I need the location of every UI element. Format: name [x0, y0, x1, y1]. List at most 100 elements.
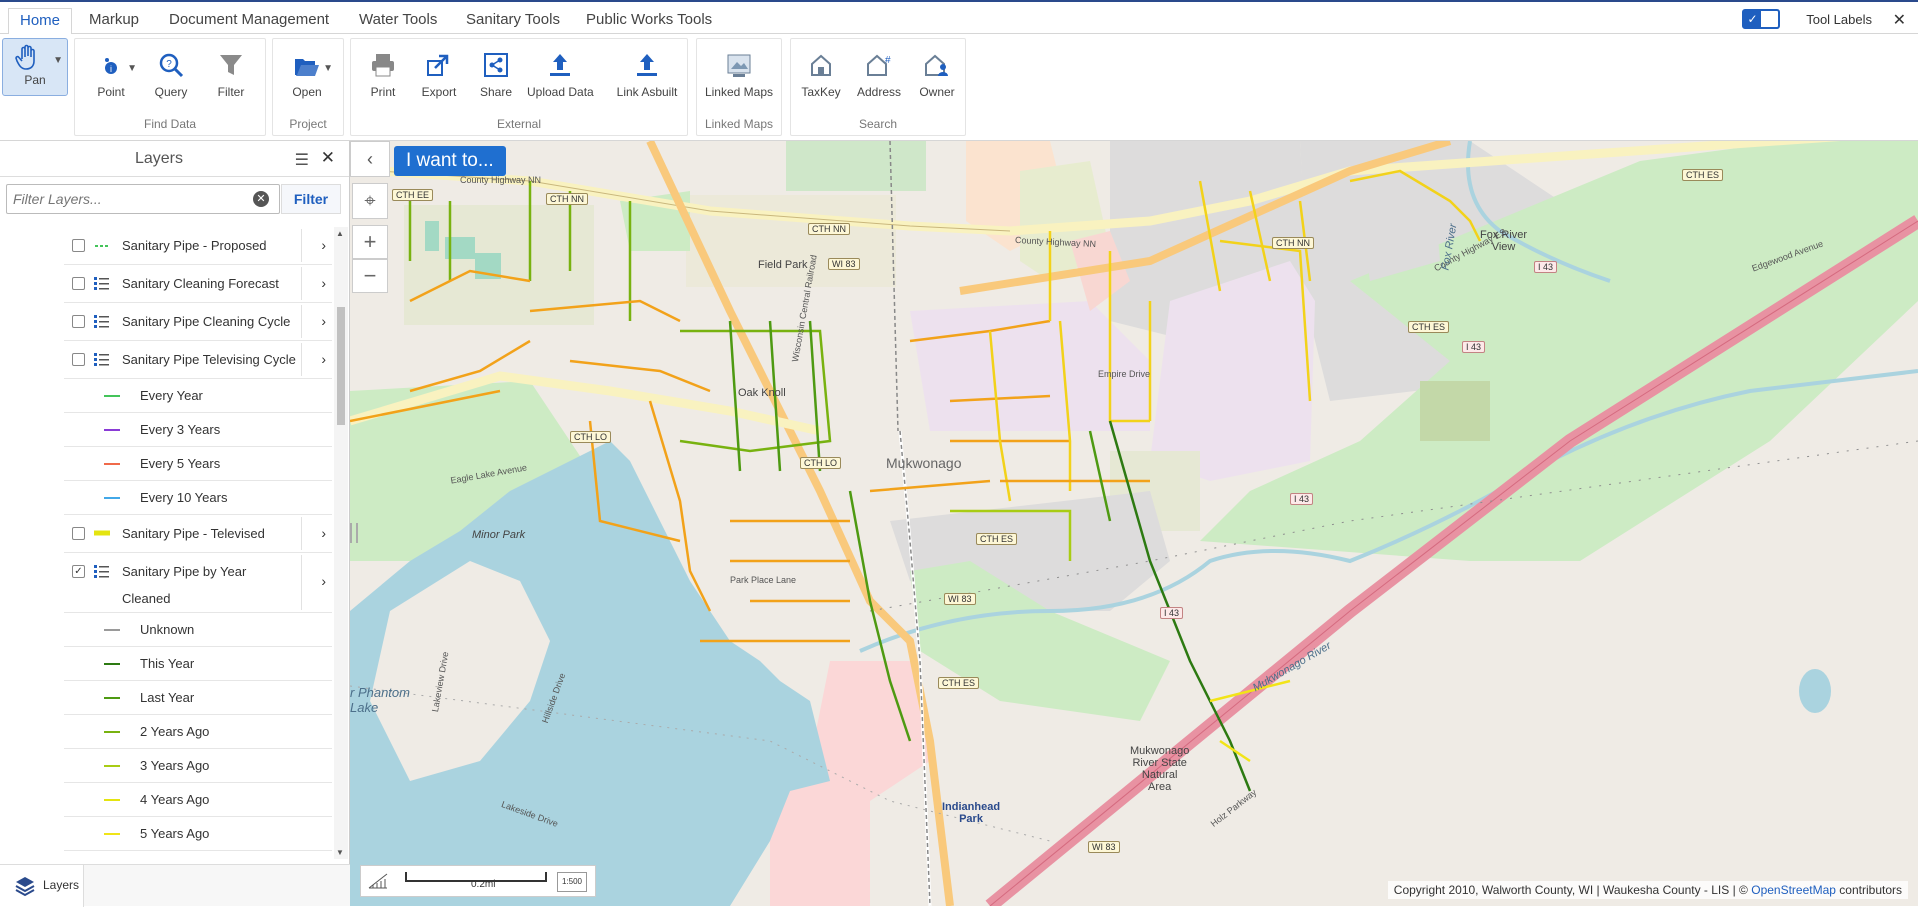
layer-item-sanitary-pipe-cleaning-cycle[interactable]: Sanitary Pipe Cleaning Cycle ›	[64, 303, 332, 341]
tab-document-management[interactable]: Document Management	[158, 8, 340, 36]
scrollbar-thumb[interactable]	[337, 307, 345, 425]
chevron-right-icon[interactable]: ›	[321, 237, 326, 253]
zoom-in-button[interactable]: +	[352, 225, 388, 259]
layer-item-sanitary-pipe-televised[interactable]: Sanitary Pipe - Televised ›	[64, 515, 332, 553]
chevron-down-icon[interactable]: ▼	[53, 55, 63, 66]
close-icon[interactable]: ✕	[321, 148, 335, 168]
legend-swatch	[104, 629, 120, 631]
measure-icon[interactable]	[367, 872, 389, 890]
linked-maps-title: Linked Maps	[704, 117, 774, 131]
close-icon[interactable]: ✕	[1893, 10, 1906, 30]
chevron-right-icon[interactable]: ›	[321, 313, 326, 329]
layers-footer-label: Layers	[43, 878, 80, 892]
i-want-to-button[interactable]: I want to...	[394, 146, 506, 176]
map-attribution: Copyright 2010, Walworth County, WI | Wa…	[1387, 881, 1908, 899]
tab-sanitary-tools[interactable]: Sanitary Tools	[455, 8, 571, 36]
route-shield: CTH ES	[938, 677, 980, 689]
osm-link[interactable]: OpenStreetMap	[1751, 883, 1836, 897]
layers-icon	[15, 877, 35, 897]
filter-layers-input[interactable]	[6, 184, 280, 214]
taxkey-button[interactable]: TaxKey	[791, 47, 851, 107]
open-button[interactable]: ▼ Open	[277, 47, 337, 107]
scroll-down-icon[interactable]: ▼	[336, 848, 344, 857]
clear-icon[interactable]: ✕	[253, 191, 269, 207]
legend-item: This Year	[64, 647, 332, 681]
menu-icon[interactable]: ☰	[295, 150, 309, 170]
route-shield: CTH NN	[808, 223, 850, 235]
layer-checkbox-checked[interactable]: ✓	[72, 565, 85, 578]
layer-name: Sanitary Pipe by Year Cleaned	[122, 564, 247, 606]
linked-maps-label: Linked Maps	[704, 85, 774, 99]
chevron-down-icon[interactable]: ▼	[127, 63, 137, 74]
layer-item-sanitary-pipe-televising-cycle[interactable]: Sanitary Pipe Televising Cycle ›	[64, 341, 332, 379]
query-icon: ?	[159, 53, 184, 78]
owner-button[interactable]: Owner	[907, 47, 967, 107]
chevron-right-icon[interactable]: ›	[321, 275, 326, 291]
pan-button[interactable]: ▼ Pan	[2, 38, 68, 96]
layer-item-sanitary-cleaning-forecast[interactable]: Sanitary Cleaning Forecast ›	[64, 265, 332, 303]
legend-label: Unknown	[140, 622, 195, 637]
tool-labels-toggle[interactable]: ✓	[1742, 9, 1780, 29]
chevron-right-icon[interactable]: ›	[321, 573, 326, 589]
legend-label: Every Year	[140, 388, 203, 403]
layer-item-sanitary-pipe-proposed[interactable]: Sanitary Pipe - Proposed ›	[64, 227, 332, 265]
tab-public-works-tools[interactable]: Public Works Tools	[575, 8, 723, 36]
share-button[interactable]: Share	[466, 47, 526, 107]
linked-maps-button[interactable]: Linked Maps	[703, 47, 775, 107]
layer-item-sanitary-pipe-by-year-cleaned[interactable]: ✓ Sanitary Pipe by Year Cleaned ›	[64, 553, 332, 613]
filter-layers-button[interactable]: Filter	[281, 184, 341, 214]
tab-markup[interactable]: Markup	[78, 8, 150, 36]
filter-button[interactable]: Filter	[201, 47, 261, 107]
layer-checkbox[interactable]	[72, 353, 85, 366]
map-area	[1420, 381, 1490, 441]
legend-list-icon	[94, 565, 109, 578]
legend-item: 2 Years Ago	[64, 715, 332, 749]
export-icon	[427, 54, 449, 76]
legend-item: Last Year	[64, 681, 332, 715]
legend-item: Every Year	[64, 379, 332, 413]
layer-checkbox[interactable]	[72, 239, 85, 252]
chevron-right-icon[interactable]: ›	[321, 351, 326, 367]
find-data-title: Find Data	[143, 117, 197, 131]
row-divider	[301, 229, 302, 262]
linked-maps-group: Linked Maps Linked Maps	[696, 38, 782, 136]
interstate-shield: I 43	[1290, 493, 1314, 505]
map-area	[786, 141, 926, 191]
layer-list-scrollbar[interactable]: ▲ ▼	[334, 227, 348, 859]
export-button[interactable]: Export	[409, 47, 469, 107]
zoom-out-button[interactable]: −	[352, 259, 388, 293]
point-info-icon: i	[105, 58, 117, 74]
place-label: Minor Park	[472, 529, 526, 541]
scale-unit-button[interactable]: 1:500	[557, 872, 587, 892]
route-shield: WI 83	[944, 593, 976, 605]
upload-data-button[interactable]: Upload Data	[527, 47, 594, 107]
scroll-up-icon[interactable]: ▲	[336, 229, 344, 238]
tab-home[interactable]: Home	[8, 8, 73, 36]
print-button[interactable]: Print	[353, 47, 413, 107]
layer-checkbox[interactable]	[72, 315, 85, 328]
interstate-shield: I 43	[1462, 341, 1486, 353]
pond	[1799, 669, 1831, 713]
panel-resize-handle[interactable]	[350, 523, 358, 543]
town-label: Mukwonago	[886, 455, 962, 471]
link-asbuilt-button[interactable]: Link Asbuilt	[613, 47, 681, 107]
query-button[interactable]: ? Query	[141, 47, 201, 107]
taxkey-label: TaxKey	[801, 85, 841, 99]
taxkey-icon	[811, 54, 831, 76]
layer-checkbox[interactable]	[72, 277, 85, 290]
layer-checkbox[interactable]	[72, 527, 85, 540]
collapse-panel-button[interactable]: ‹	[350, 141, 390, 177]
legend-swatch	[104, 429, 120, 431]
legend-item: 4 Years Ago	[64, 783, 332, 817]
locate-icon[interactable]: ⌖	[352, 183, 388, 219]
legend-label: 4 Years Ago	[140, 792, 210, 807]
address-button[interactable]: # Address	[849, 47, 909, 107]
chevron-down-icon[interactable]: ▼	[323, 63, 333, 74]
layers-footer-tab[interactable]: Layers	[0, 865, 84, 907]
chevron-right-icon[interactable]: ›	[321, 525, 326, 541]
tab-water-tools[interactable]: Water Tools	[348, 8, 448, 36]
route-shield: WI 83	[828, 258, 860, 270]
point-button[interactable]: i ▼ Point	[81, 47, 141, 107]
legend-label: Every 5 Years	[140, 456, 221, 471]
map-view[interactable]: ‹ I want to... ⌖ + − County Highway NN C…	[350, 141, 1918, 906]
